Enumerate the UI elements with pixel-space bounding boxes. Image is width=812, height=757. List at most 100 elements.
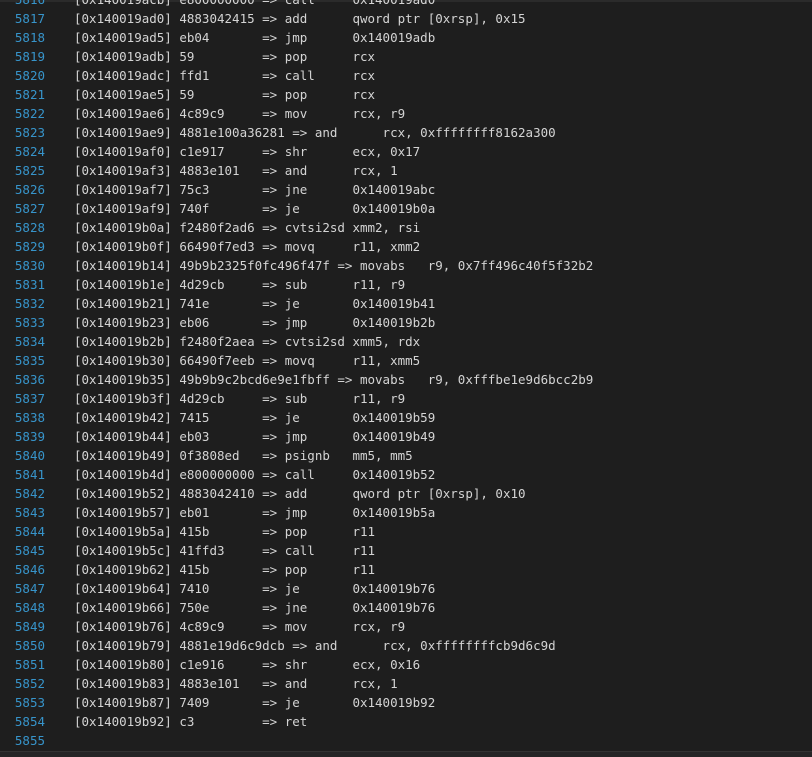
line-code: [0x140019b64] 7410 => je 0x140019b76 [74,581,436,596]
line-code: [0x140019ad0] 4883042415 => add qword pt… [74,11,526,26]
code-line[interactable]: 5819 [0x140019adb] 59 => pop rcx [0,47,812,66]
line-code: [0x140019b79] 4881e19d6c9dcb => and rcx,… [74,638,556,653]
line-number: 5819 [14,49,45,64]
line-number: 5822 [14,106,45,121]
code-line[interactable]: 5826 [0x140019af7] 75c3 => jne 0x140019ab… [0,180,812,199]
code-line[interactable]: 5845 [0x140019b5c] 41ffd3 => call r11 [0,541,812,560]
line-number: 5821 [14,87,45,102]
code-line[interactable]: 5831 [0x140019b1e] 4d29cb => sub r11, r9 [0,275,812,294]
line-number: 5840 [14,448,45,463]
code-line[interactable]: 5844 [0x140019b5a] 415b => pop r11 [0,522,812,541]
line-number: 5838 [14,410,45,425]
line-number: 5847 [14,581,45,596]
code-line[interactable]: 5855 [0,731,812,750]
line-code: [0x140019b87] 7409 => je 0x140019b92 [74,695,436,710]
line-number: 5849 [14,619,45,634]
line-code: [0x140019b21] 741e => je 0x140019b41 [74,296,436,311]
line-number: 5853 [14,695,45,710]
code-line[interactable]: 5825 [0x140019af3] 4883e101 => and rcx, 1 [0,161,812,180]
code-line[interactable]: 5820 [0x140019adc] ffd1 => call rcx [0,66,812,85]
code-line[interactable]: 5824 [0x140019af0] c1e917 => shr ecx, 0x1… [0,142,812,161]
line-code: [0x140019b49] 0f3808ed => psignb mm5, mm… [74,448,413,463]
line-code: [0x140019b30] 66490f7eeb => movq r11, xm… [74,353,421,368]
line-number: 5835 [14,353,45,368]
line-code: [0x140019af9] 740f => je 0x140019b0a [74,201,436,216]
line-number: 5829 [14,239,45,254]
code-editor[interactable]: 5816 [0x140019acb] e800000000 => call 0x1… [0,0,812,757]
code-line[interactable]: 5849 [0x140019b76] 4c89c9 => mov rcx, r9 [0,617,812,636]
code-line[interactable]: 5836 [0x140019b35] 49b9b9c2bcd6e9e1fbff =… [0,370,812,389]
code-line[interactable]: 5827 [0x140019af9] 740f => je 0x140019b0a [0,199,812,218]
line-number: 5823 [14,125,45,140]
code-line[interactable]: 5840 [0x140019b49] 0f3808ed => psignb mm5… [0,446,812,465]
line-code: [0x140019b52] 4883042410 => add qword pt… [74,486,526,501]
line-code: [0x140019b14] 49b9b2325f0fc496f47f => mo… [74,258,594,273]
line-code: [0x140019b5c] 41ffd3 => call r11 [74,543,376,558]
line-code: [0x140019acb] e800000000 => call 0x14001… [74,0,435,9]
code-line[interactable]: 5832 [0x140019b21] 741e => je 0x140019b41 [0,294,812,313]
line-number: 5824 [14,144,45,159]
code-line[interactable]: 5829 [0x140019b0f] 66490f7ed3 => movq r11… [0,237,812,256]
code-line[interactable]: 5838 [0x140019b42] 7415 => je 0x140019b59 [0,408,812,427]
line-number: 5851 [14,657,45,672]
line-number: 5848 [14,600,45,615]
line-code: [0x140019b1e] 4d29cb => sub r11, r9 [74,277,406,292]
code-line[interactable]: 5843 [0x140019b57] eb01 => jmp 0x140019b5… [0,503,812,522]
code-line[interactable]: 5850 [0x140019b79] 4881e19d6c9dcb => and … [0,636,812,655]
line-number: 5826 [14,182,45,197]
line-code: [0x140019af7] 75c3 => jne 0x140019abc [74,182,436,197]
code-line[interactable]: 5854 [0x140019b92] c3 => ret [0,712,812,731]
code-line[interactable]: 5821 [0x140019ae5] 59 => pop rcx [0,85,812,104]
line-code: [0x140019b57] eb01 => jmp 0x140019b5a [74,505,436,520]
line-number: 5841 [14,467,45,482]
code-line[interactable]: 5834 [0x140019b2b] f2480f2aea => cvtsi2sd… [0,332,812,351]
line-number: 5827 [14,201,45,216]
line-number: 5816 [0,0,45,9]
line-number: 5850 [14,638,45,653]
line-number: 5817 [14,11,45,26]
code-line[interactable]: 5830 [0x140019b14] 49b9b2325f0fc496f47f =… [0,256,812,275]
code-line[interactable]: 5816 [0x140019acb] e800000000 => call 0x1… [0,0,812,9]
line-code: [0x140019b92] c3 => ret [74,714,308,729]
code-line[interactable]: 5852 [0x140019b83] 4883e101 => and rcx, 1 [0,674,812,693]
code-line[interactable]: 5853 [0x140019b87] 7409 => je 0x140019b92 [0,693,812,712]
line-number: 5828 [14,220,45,235]
code-line[interactable]: 5842 [0x140019b52] 4883042410 => add qwor… [0,484,812,503]
line-code: [0x140019b0a] f2480f2ad6 => cvtsi2sd xmm… [74,220,421,235]
editor-lines[interactable]: 5816 [0x140019acb] e800000000 => call 0x1… [0,0,812,750]
line-number: 5842 [14,486,45,501]
line-code: [0x140019ad5] eb04 => jmp 0x140019adb [74,30,436,45]
code-line[interactable]: 5818 [0x140019ad5] eb04 => jmp 0x140019ad… [0,28,812,47]
line-number: 5836 [14,372,45,387]
code-line[interactable]: 5822 [0x140019ae6] 4c89c9 => mov rcx, r9 [0,104,812,123]
code-line[interactable]: 5847 [0x140019b64] 7410 => je 0x140019b76 [0,579,812,598]
line-code: [0x140019b0f] 66490f7ed3 => movq r11, xm… [74,239,421,254]
line-number: 5818 [14,30,45,45]
line-code: [0x140019b42] 7415 => je 0x140019b59 [74,410,436,425]
code-line[interactable]: 5835 [0x140019b30] 66490f7eeb => movq r11… [0,351,812,370]
line-code: [0x140019ae9] 4881e100a36281 => and rcx,… [74,125,556,140]
code-line[interactable]: 5828 [0x140019b0a] f2480f2ad6 => cvtsi2sd… [0,218,812,237]
line-number: 5854 [14,714,45,729]
line-code: [0x140019b76] 4c89c9 => mov rcx, r9 [74,619,406,634]
code-line[interactable]: 5833 [0x140019b23] eb06 => jmp 0x140019b2… [0,313,812,332]
code-line[interactable]: 5839 [0x140019b44] eb03 => jmp 0x140019b4… [0,427,812,446]
code-line[interactable]: 5817 [0x140019ad0] 4883042415 => add qwor… [0,9,812,28]
line-number: 5845 [14,543,45,558]
code-line[interactable]: 5841 [0x140019b4d] e800000000 => call 0x1… [0,465,812,484]
code-line[interactable]: 5837 [0x140019b3f] 4d29cb => sub r11, r9 [0,389,812,408]
line-number: 5843 [14,505,45,520]
code-line[interactable]: 5846 [0x140019b62] 415b => pop r11 [0,560,812,579]
line-code: [0x140019adb] 59 => pop rcx [74,49,376,64]
line-code: [0x140019af3] 4883e101 => and rcx, 1 [74,163,398,178]
line-number: 5837 [14,391,45,406]
code-line[interactable]: 5823 [0x140019ae9] 4881e100a36281 => and … [0,123,812,142]
line-code: [0x140019b3f] 4d29cb => sub r11, r9 [74,391,406,406]
line-code: [0x140019ae5] 59 => pop rcx [74,87,376,102]
line-number: 5820 [14,68,45,83]
code-line[interactable]: 5851 [0x140019b80] c1e916 => shr ecx, 0x1… [0,655,812,674]
horizontal-scrollbar[interactable] [0,751,812,757]
code-line[interactable]: 5848 [0x140019b66] 750e => jne 0x140019b7… [0,598,812,617]
line-number: 5831 [14,277,45,292]
line-code: [0x140019ae6] 4c89c9 => mov rcx, r9 [74,106,406,121]
